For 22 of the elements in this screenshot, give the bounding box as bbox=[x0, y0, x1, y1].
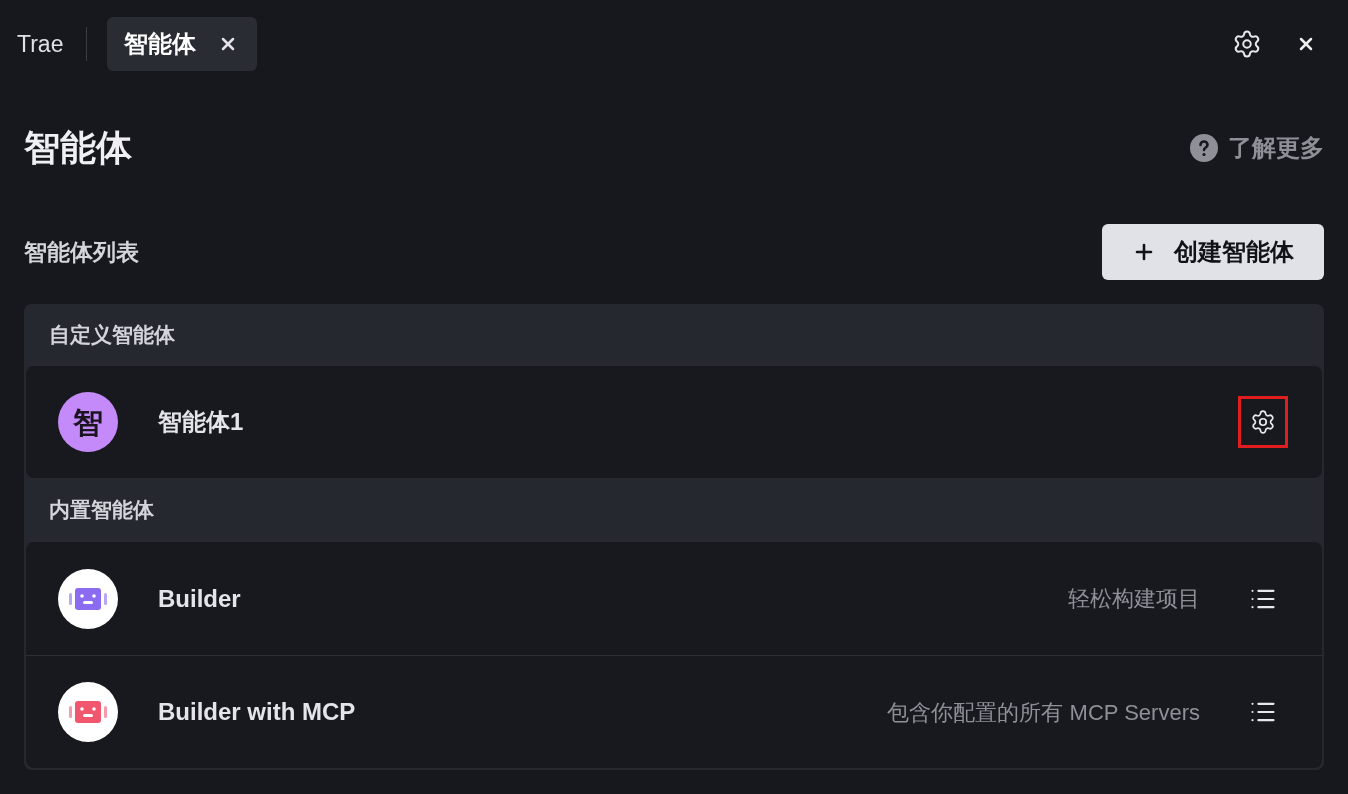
help-icon bbox=[1190, 134, 1218, 162]
agent-description: 包含你配置的所有 MCP Servers bbox=[887, 698, 1200, 727]
agent-name: 智能体1 bbox=[158, 407, 244, 437]
agent-description: 轻松构建项目 bbox=[1068, 585, 1200, 613]
group-title: 自定义智能体 bbox=[49, 322, 175, 349]
agent-row[interactable]: 智 智能体1 bbox=[26, 366, 1322, 478]
agent-name: Builder with MCP bbox=[158, 697, 356, 727]
app-name: Trae bbox=[17, 29, 64, 59]
tab[interactable]: 智能体 bbox=[107, 17, 258, 71]
section-heading: 智能体列表 bbox=[24, 237, 139, 267]
create-agent-button[interactable]: 创建智能体 bbox=[1102, 224, 1324, 280]
page-title: 智能体 bbox=[24, 126, 132, 170]
agent-row[interactable]: Builder with MCP 包含你配置的所有 MCP Servers bbox=[26, 655, 1322, 768]
agent-settings-button[interactable] bbox=[1238, 396, 1288, 448]
tab-label: 智能体 bbox=[124, 29, 197, 59]
learn-more-link[interactable]: 了解更多 bbox=[1228, 130, 1324, 166]
settings-icon[interactable] bbox=[1232, 29, 1262, 59]
agent-row[interactable]: Builder 轻松构建项目 bbox=[26, 542, 1322, 655]
settings-icon bbox=[1250, 409, 1276, 435]
agent-avatar: 智 bbox=[58, 392, 118, 452]
agent-name: Builder bbox=[158, 583, 241, 614]
group-title: 内置智能体 bbox=[49, 497, 154, 524]
